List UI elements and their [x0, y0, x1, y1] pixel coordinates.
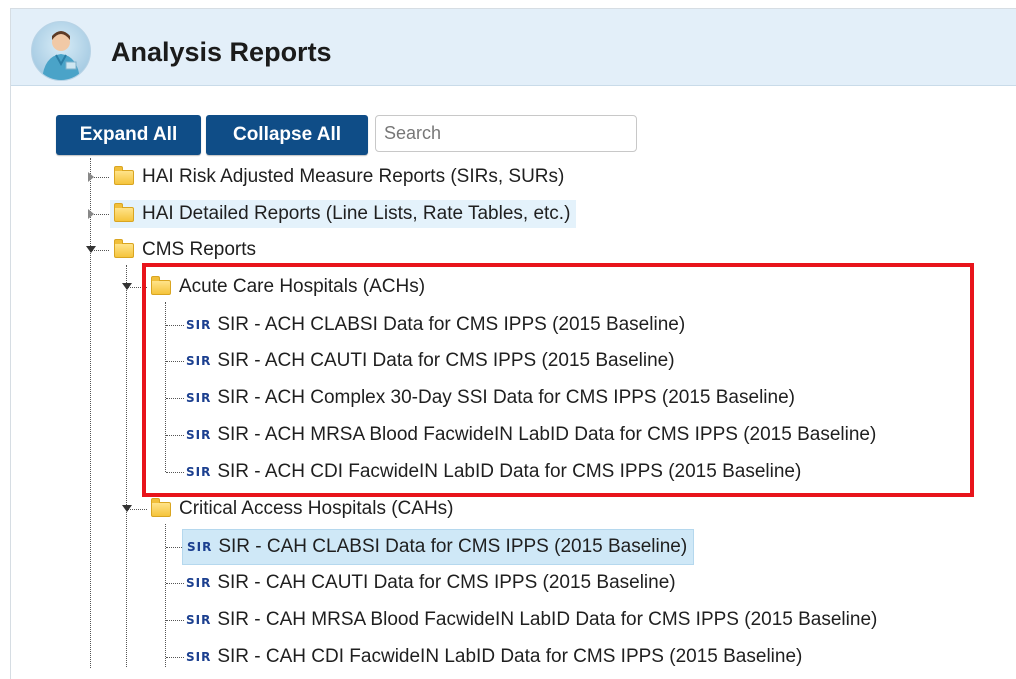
page-header: Analysis Reports: [11, 9, 1016, 86]
expand-toggle-icon[interactable]: [88, 209, 94, 219]
expand-toggle-icon[interactable]: [88, 172, 94, 182]
collapse-all-button[interactable]: Collapse All: [206, 115, 368, 155]
collapse-toggle-icon[interactable]: [86, 246, 96, 253]
collapse-toggle-icon[interactable]: [122, 283, 132, 290]
folder-icon: [114, 238, 134, 258]
clinician-avatar-icon: [31, 21, 91, 81]
tree-folder-hai-detailed[interactable]: HAI Detailed Reports (Line Lists, Rate T…: [110, 200, 577, 228]
sir-report-icon: SIR: [186, 613, 212, 627]
tree-node-label: Critical Access Hospitals (CAHs): [179, 498, 454, 519]
tree-report-cah-mrsa[interactable]: SIR SIR - CAH MRSA Blood FacwideIN LabID…: [184, 606, 883, 634]
tree-folder-cah[interactable]: Critical Access Hospitals (CAHs): [147, 495, 460, 523]
expand-all-button[interactable]: Expand All: [56, 115, 201, 155]
sir-report-icon: SIR: [186, 576, 212, 590]
tree-folder-cms-reports[interactable]: CMS Reports: [110, 236, 262, 264]
tree-node-label: HAI Risk Adjusted Measure Reports (SIRs,…: [142, 166, 565, 187]
tree-node-label: SIR - CAH CLABSI Data for CMS IPPS (2015…: [218, 536, 688, 557]
highlight-box: [142, 263, 974, 497]
page-title: Analysis Reports: [111, 37, 332, 67]
tree-connector-cah: [165, 524, 166, 667]
folder-icon: [151, 497, 171, 517]
tree-node-label: SIR - CAH CAUTI Data for CMS IPPS (2015 …: [217, 572, 676, 593]
tree-connector-root: [90, 158, 91, 668]
tree-node-label: SIR - CAH CDI FacwideIN LabID Data for C…: [217, 646, 803, 667]
folder-icon: [114, 202, 134, 222]
sir-report-icon: SIR: [186, 650, 212, 664]
tree-connector: [166, 657, 184, 658]
tree-connector: [166, 620, 184, 621]
tree-connector-cms: [126, 265, 127, 667]
tree-connector: [166, 583, 184, 584]
tree-node-label: SIR - CAH MRSA Blood FacwideIN LabID Dat…: [217, 609, 878, 630]
collapse-toggle-icon[interactable]: [122, 505, 132, 512]
sir-report-icon: SIR: [187, 540, 213, 554]
tree-node-label: CMS Reports: [142, 239, 257, 260]
folder-icon: [114, 165, 134, 185]
tree-report-cah-cauti[interactable]: SIR SIR - CAH CAUTI Data for CMS IPPS (2…: [184, 569, 682, 597]
tree-folder-hai-risk-adjusted[interactable]: HAI Risk Adjusted Measure Reports (SIRs,…: [110, 163, 570, 191]
search-input[interactable]: [375, 115, 637, 152]
tree-node-label: HAI Detailed Reports (Line Lists, Rate T…: [142, 203, 571, 224]
tree-report-cah-clabsi[interactable]: SIR SIR - CAH CLABSI Data for CMS IPPS (…: [182, 529, 695, 565]
